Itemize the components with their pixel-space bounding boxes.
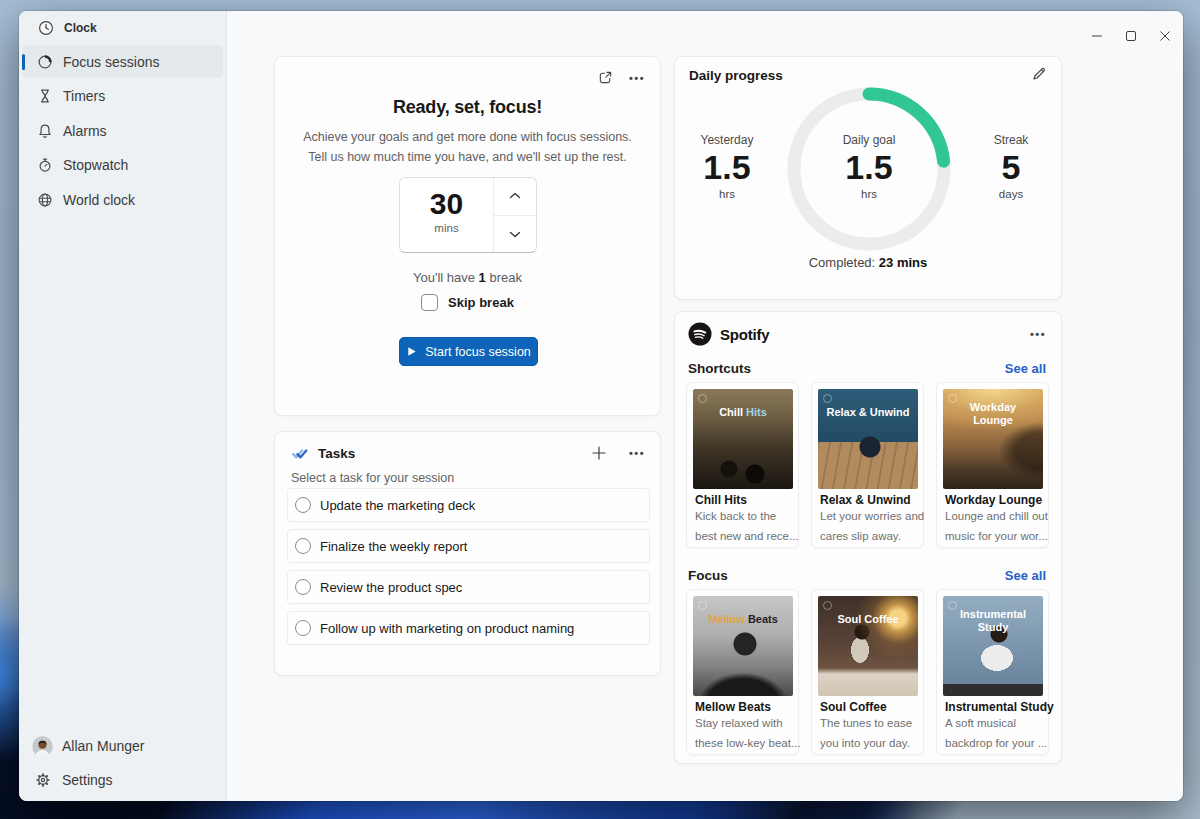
- start-focus-session-button[interactable]: Start focus session: [399, 337, 538, 366]
- task-row[interactable]: Update the marketing deck: [287, 488, 650, 522]
- sidebar-item-settings[interactable]: Settings: [22, 763, 223, 797]
- streak-stat: Streak 5 days: [956, 133, 1066, 200]
- clock-app-window: Clock Focus sessions Timers: [19, 11, 1183, 801]
- break-info: You'll have 1 break: [275, 270, 660, 285]
- task-radio[interactable]: [295, 497, 311, 513]
- spotify-mini-logo-icon: [823, 394, 832, 403]
- daily-progress-title: Daily progress: [689, 68, 783, 83]
- app-title: Clock: [64, 21, 97, 35]
- playlist-card-mellow-beats[interactable]: Mellow Beats Mellow Beats Stay relaxed w…: [686, 589, 799, 755]
- playlist-card-chill-hits[interactable]: Chill Hits Chill Hits Kick back to thebe…: [686, 382, 799, 548]
- play-icon: [406, 346, 417, 357]
- playlist-cover: InstrumentalStudy: [943, 596, 1043, 696]
- spotify-logo-icon: [688, 322, 712, 346]
- minutes-increase-button[interactable]: [494, 178, 536, 216]
- playlist-cover: Mellow Beats: [693, 596, 793, 696]
- focus-section-title: Focus: [688, 568, 728, 583]
- minutes-decrease-button[interactable]: [494, 216, 536, 253]
- app-header: Clock: [19, 11, 226, 41]
- spotify-mini-logo-icon: [823, 601, 832, 610]
- task-row[interactable]: Review the product spec: [287, 570, 650, 604]
- close-button[interactable]: [1148, 11, 1182, 61]
- sidebar: Clock Focus sessions Timers: [19, 11, 227, 801]
- desktop-wallpaper: Clock Focus sessions Timers: [0, 0, 1200, 819]
- user-name: Allan Munger: [62, 738, 145, 754]
- minutes-value: 30: [400, 187, 493, 221]
- spotify-mini-logo-icon: [698, 394, 707, 403]
- minutes-value-box[interactable]: 30 mins: [400, 178, 494, 252]
- stopwatch-icon: [37, 157, 53, 173]
- sidebar-item-label: Timers: [63, 88, 105, 104]
- task-row[interactable]: Finalize the weekly report: [287, 529, 650, 563]
- focus-title: Ready, set, focus!: [275, 97, 660, 118]
- sidebar-nav: Focus sessions Timers Alarms: [19, 41, 226, 216]
- tasks-card: Tasks ••• Select a task for your session…: [274, 431, 661, 676]
- avatar: [32, 736, 53, 757]
- focus-session-card: ••• Ready, set, focus! Achieve your goal…: [274, 56, 661, 416]
- task-radio[interactable]: [295, 538, 311, 554]
- task-radio[interactable]: [295, 620, 311, 636]
- add-task-icon[interactable]: [592, 446, 606, 460]
- spotify-mini-logo-icon: [698, 601, 707, 610]
- spotify-brand: Spotify: [720, 326, 769, 343]
- sidebar-item-focus-sessions[interactable]: Focus sessions: [22, 45, 223, 78]
- minutes-spinner: 30 mins: [399, 177, 537, 253]
- playlist-cover: Chill Hits: [693, 389, 793, 489]
- skip-break-label: Skip break: [448, 295, 514, 310]
- completed-line: Completed: 23 mins: [675, 255, 1061, 270]
- playlist-cover: Soul Coffee: [818, 596, 918, 696]
- sidebar-footer: Allan Munger Settings: [22, 729, 223, 797]
- user-account-item[interactable]: Allan Munger: [22, 729, 223, 763]
- minutes-unit: mins: [400, 222, 493, 234]
- sidebar-item-label: Stopwatch: [63, 157, 128, 173]
- tasks-title: Tasks: [318, 446, 355, 461]
- maximize-button[interactable]: [1114, 11, 1148, 61]
- focus-subtitle: Achieve your goals and get more done wit…: [275, 127, 660, 167]
- daily-goal-stat: Daily goal 1.5 hrs: [814, 133, 924, 200]
- popout-icon[interactable]: [598, 70, 613, 85]
- sidebar-item-label: Alarms: [63, 123, 107, 139]
- playlist-card-relax-unwind[interactable]: Relax & Unwind Relax & Unwind Let your w…: [811, 382, 924, 548]
- playlist-cover: WorkdayLounge: [943, 389, 1043, 489]
- task-row[interactable]: Follow up with marketing on product nami…: [287, 611, 650, 645]
- sidebar-item-alarms[interactable]: Alarms: [22, 114, 223, 147]
- playlist-cover: Relax & Unwind: [818, 389, 918, 489]
- clock-app-icon: [38, 20, 54, 36]
- more-options-icon[interactable]: •••: [629, 73, 645, 83]
- sidebar-item-label: Focus sessions: [63, 54, 159, 70]
- sidebar-item-label: World clock: [63, 192, 135, 208]
- edit-icon[interactable]: [1031, 66, 1047, 82]
- sidebar-item-stopwatch[interactable]: Stopwatch: [22, 149, 223, 182]
- main-content: ••• Ready, set, focus! Achieve your goal…: [227, 11, 1183, 801]
- gear-icon: [32, 772, 53, 788]
- alarms-icon: [37, 123, 53, 139]
- playlist-card-instrumental-study[interactable]: InstrumentalStudy Instrumental Study A s…: [936, 589, 1049, 755]
- spotify-card: Spotify ••• Shortcuts See all Chill Hits…: [674, 311, 1062, 764]
- shortcuts-title: Shortcuts: [688, 361, 751, 376]
- sidebar-item-world-clock[interactable]: World clock: [22, 183, 223, 216]
- window-controls: [1080, 11, 1182, 61]
- sidebar-item-timers[interactable]: Timers: [22, 80, 223, 113]
- shortcuts-see-all-link[interactable]: See all: [1005, 361, 1046, 376]
- settings-label: Settings: [62, 772, 113, 788]
- yesterday-stat: Yesterday 1.5 hrs: [672, 133, 782, 200]
- minimize-button[interactable]: [1080, 11, 1114, 61]
- playlist-card-workday-lounge[interactable]: WorkdayLounge Workday Lounge Lounge and …: [936, 382, 1049, 548]
- world-clock-icon: [37, 192, 53, 208]
- todo-app-icon: [291, 445, 308, 462]
- spotify-more-options-icon[interactable]: •••: [1030, 329, 1046, 339]
- focus-sessions-icon: [37, 54, 53, 70]
- daily-progress-card: Daily progress Yesterday 1.5 hrs Daily: [674, 56, 1062, 300]
- timers-icon: [37, 88, 53, 104]
- tasks-more-options-icon[interactable]: •••: [629, 448, 645, 458]
- tasks-subtitle: Select a task for your session: [291, 471, 454, 485]
- skip-break-checkbox[interactable]: [421, 294, 438, 311]
- focus-see-all-link[interactable]: See all: [1005, 568, 1046, 583]
- task-radio[interactable]: [295, 579, 311, 595]
- playlist-card-soul-coffee[interactable]: Soul Coffee Soul Coffee The tunes to eas…: [811, 589, 924, 755]
